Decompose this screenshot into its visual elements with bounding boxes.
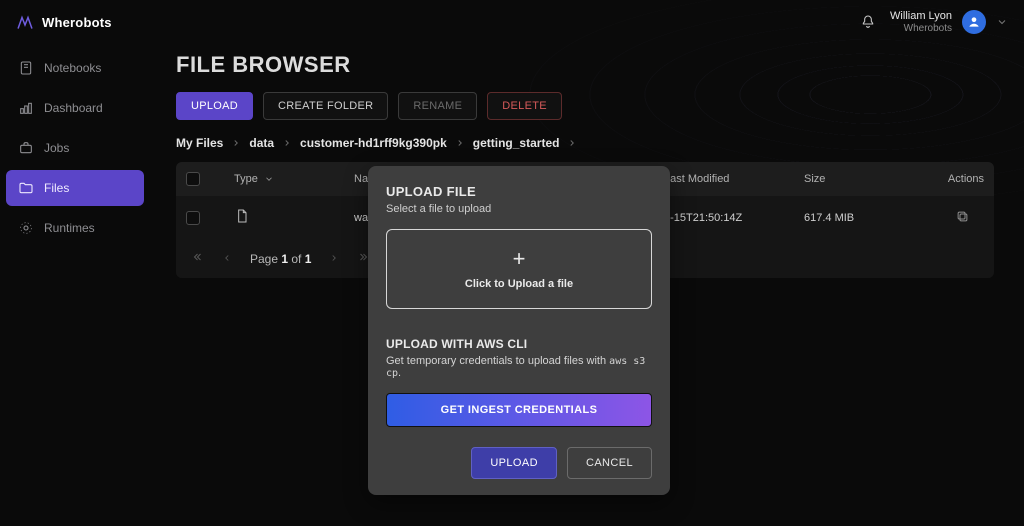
user-org: Wherobots bbox=[890, 23, 952, 34]
cell-last-modified: 2-15T21:50:14Z bbox=[654, 212, 794, 224]
notifications-icon[interactable] bbox=[860, 14, 876, 30]
folder-icon bbox=[18, 180, 34, 196]
chevron-right-icon bbox=[567, 138, 577, 148]
th-type[interactable]: Type bbox=[234, 173, 258, 185]
th-actions: Actions bbox=[924, 173, 994, 185]
avatar bbox=[962, 10, 986, 34]
th-size[interactable]: Size bbox=[794, 173, 924, 185]
create-folder-button[interactable]: CREATE FOLDER bbox=[263, 92, 388, 120]
user-menu[interactable]: William Lyon Wherobots bbox=[890, 10, 1008, 34]
sidebar-item-runtimes[interactable]: Runtimes bbox=[6, 210, 144, 246]
sidebar-item-label: Runtimes bbox=[44, 221, 95, 235]
modal-subtitle: Select a file to upload bbox=[386, 203, 652, 215]
sidebar-item-label: Jobs bbox=[44, 141, 69, 155]
runtimes-icon bbox=[18, 220, 34, 236]
row-checkbox[interactable] bbox=[186, 211, 200, 225]
crumb[interactable]: My Files bbox=[176, 136, 223, 150]
page-title: FILE BROWSER bbox=[176, 52, 994, 78]
page-indicator: Page 1 of 1 bbox=[250, 252, 311, 266]
chevron-down-icon bbox=[996, 16, 1008, 28]
sidebar-item-label: Files bbox=[44, 181, 69, 195]
select-all-checkbox[interactable] bbox=[186, 172, 200, 186]
th-last-modified[interactable]: Last Modified bbox=[654, 173, 794, 185]
dropzone-text: Click to Upload a file bbox=[465, 278, 573, 290]
crumb[interactable]: getting_started bbox=[473, 136, 560, 150]
cli-section-title: UPLOAD WITH AWS CLI bbox=[386, 337, 652, 351]
get-credentials-button[interactable]: GET INGEST CREDENTIALS bbox=[386, 393, 652, 427]
chevron-right-icon bbox=[455, 138, 465, 148]
user-name: William Lyon bbox=[890, 10, 952, 22]
modal-upload-button[interactable]: UPLOAD bbox=[471, 447, 557, 479]
sidebar-item-dashboard[interactable]: Dashboard bbox=[6, 90, 144, 126]
top-bar: Wherobots William Lyon Wherobots bbox=[0, 0, 1024, 44]
modal-cancel-button[interactable]: CANCEL bbox=[567, 447, 652, 479]
sidebar-item-files[interactable]: Files bbox=[6, 170, 144, 206]
brand-logo-icon bbox=[16, 13, 34, 31]
page-first[interactable] bbox=[192, 251, 204, 266]
plus-icon: + bbox=[513, 248, 526, 270]
upload-modal: UPLOAD FILE Select a file to upload + Cl… bbox=[368, 166, 670, 495]
brand: Wherobots bbox=[16, 13, 112, 31]
upload-button[interactable]: UPLOAD bbox=[176, 92, 253, 120]
modal-actions: UPLOAD CANCEL bbox=[386, 447, 652, 479]
chevron-right-icon bbox=[231, 138, 241, 148]
crumb[interactable]: data bbox=[249, 136, 274, 150]
dashboard-icon bbox=[18, 100, 34, 116]
modal-title: UPLOAD FILE bbox=[386, 184, 652, 199]
copy-icon[interactable] bbox=[955, 209, 970, 224]
sidebar: Notebooks Dashboard Jobs Files Runtimes bbox=[0, 44, 150, 526]
chevron-down-icon bbox=[264, 174, 274, 184]
top-right: William Lyon Wherobots bbox=[860, 10, 1008, 34]
breadcrumb: My Files data customer-hd1rff9kg390pk ge… bbox=[176, 136, 994, 150]
cell-size: 617.4 MIB bbox=[794, 212, 924, 224]
notebook-icon bbox=[18, 60, 34, 76]
file-icon bbox=[234, 208, 250, 224]
chevron-right-icon bbox=[282, 138, 292, 148]
crumb[interactable]: customer-hd1rff9kg390pk bbox=[300, 136, 447, 150]
sidebar-item-jobs[interactable]: Jobs bbox=[6, 130, 144, 166]
brand-name: Wherobots bbox=[42, 15, 112, 30]
briefcase-icon bbox=[18, 140, 34, 156]
sidebar-item-notebooks[interactable]: Notebooks bbox=[6, 50, 144, 86]
upload-dropzone[interactable]: + Click to Upload a file bbox=[386, 229, 652, 309]
page-next[interactable] bbox=[329, 252, 339, 266]
page-prev[interactable] bbox=[222, 252, 232, 266]
delete-button[interactable]: DELETE bbox=[487, 92, 562, 120]
toolbar: UPLOAD CREATE FOLDER RENAME DELETE bbox=[176, 92, 994, 120]
sidebar-item-label: Dashboard bbox=[44, 101, 103, 115]
cli-section-desc: Get temporary credentials to upload file… bbox=[386, 355, 652, 379]
sidebar-item-label: Notebooks bbox=[44, 61, 101, 75]
rename-button[interactable]: RENAME bbox=[398, 92, 477, 120]
user-icon bbox=[967, 15, 981, 29]
